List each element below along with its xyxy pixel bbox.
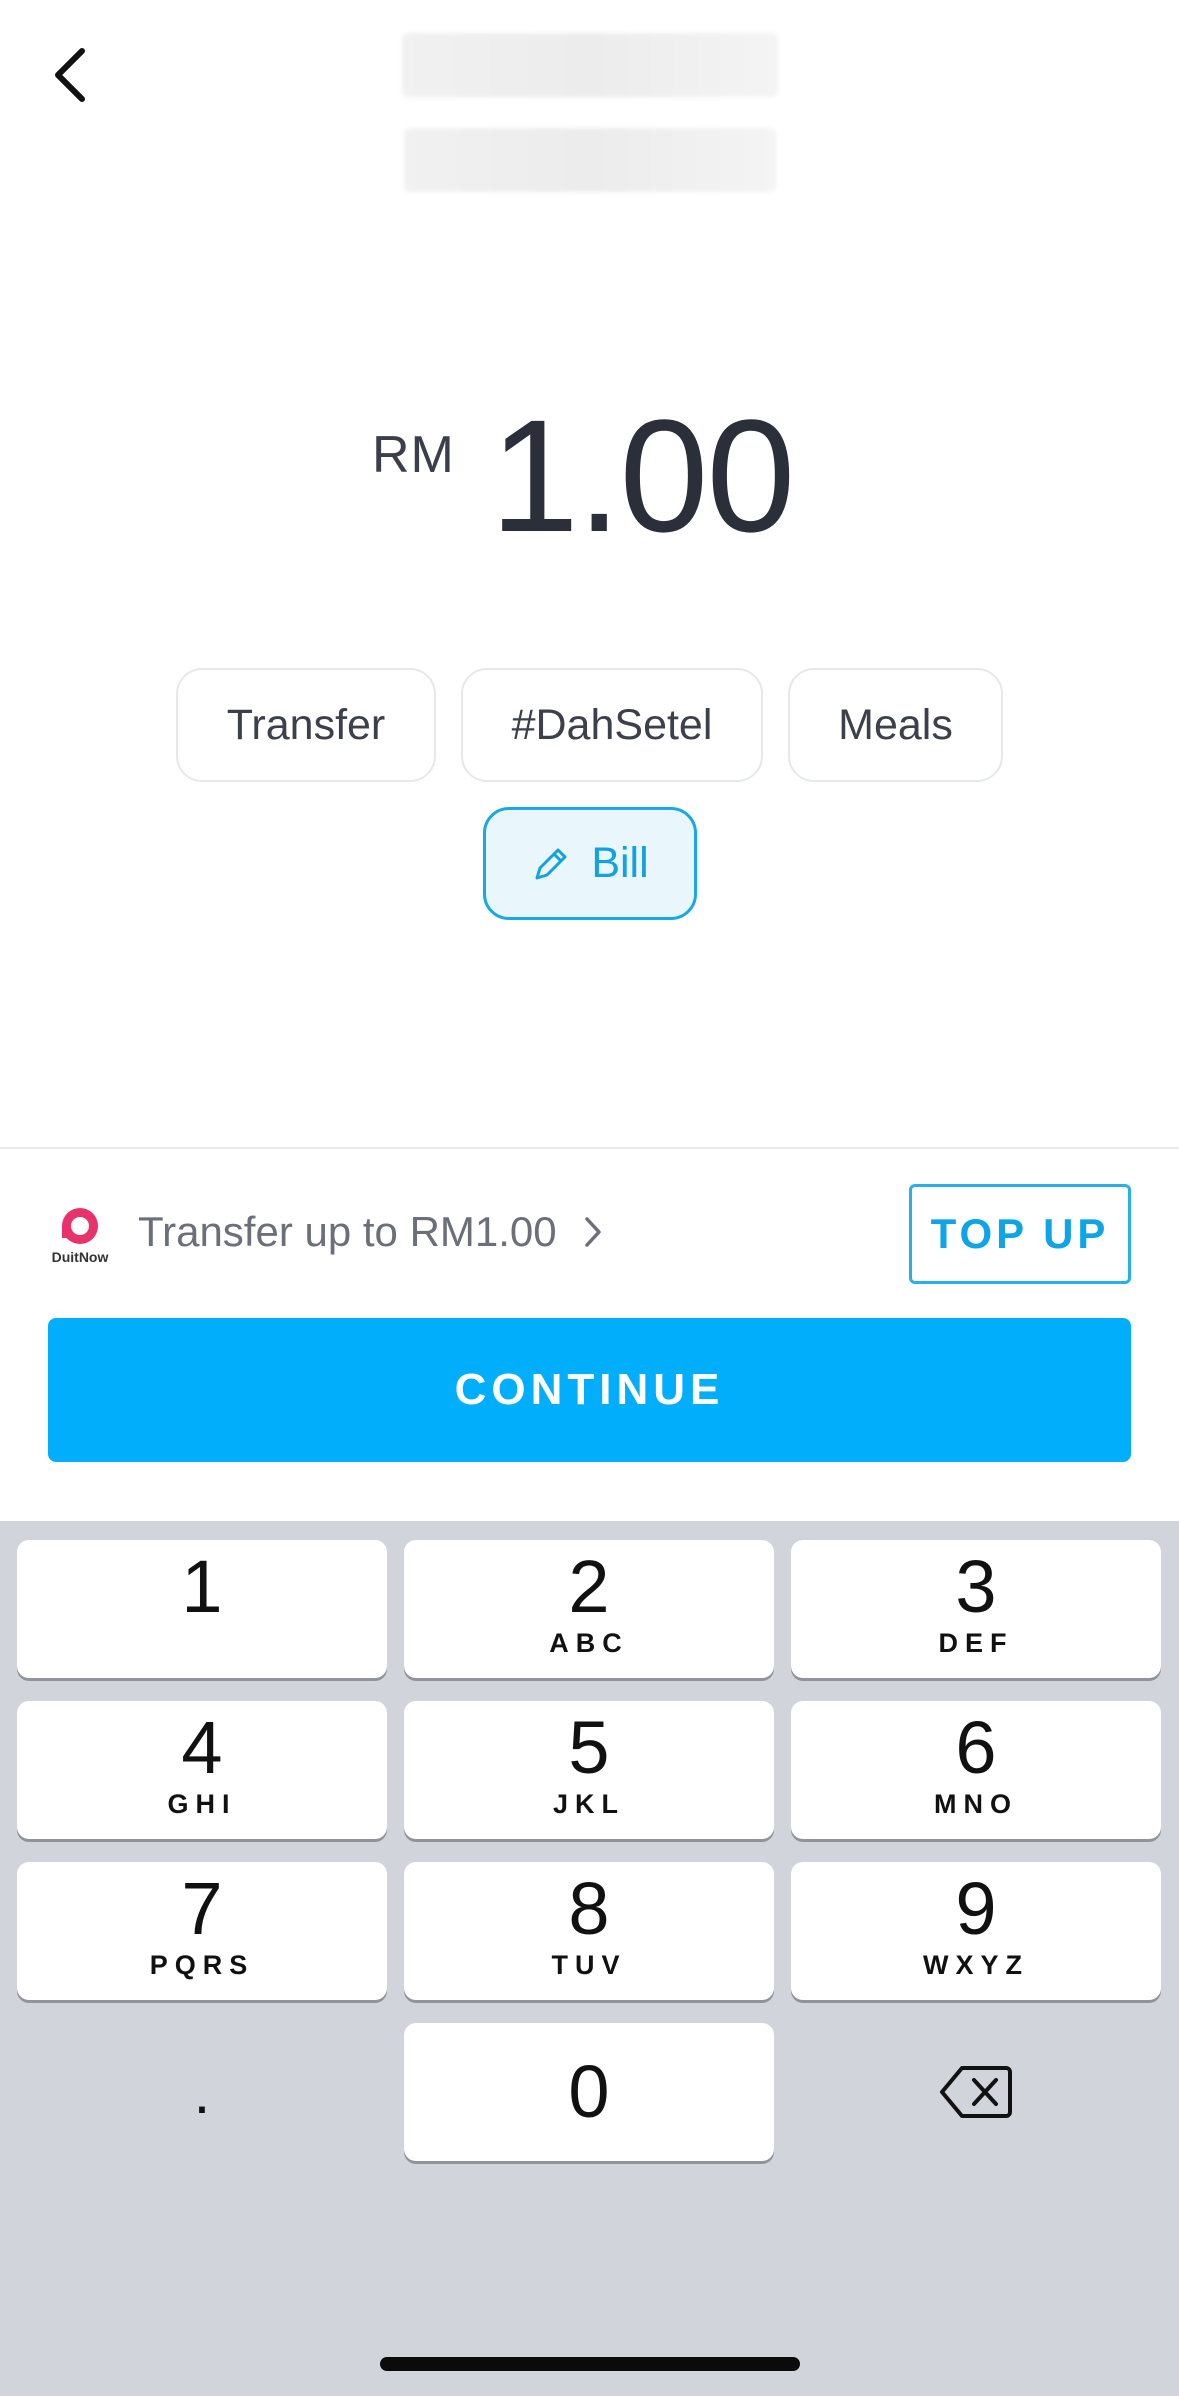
key-number: 2 (568, 1545, 610, 1628)
chip-bill-label: Bill (591, 839, 649, 887)
continue-button[interactable]: CONTINUE (48, 1318, 1131, 1462)
key-2[interactable]: 2 ABC (404, 1540, 774, 1678)
key-letters: JKL (552, 1788, 625, 1819)
currency-label: RM (372, 426, 455, 484)
key-8[interactable]: 8 TUV (404, 1862, 774, 2000)
key-decimal[interactable]: . (17, 2023, 387, 2161)
home-indicator (380, 2357, 800, 2371)
key-letters: ABC (549, 1627, 629, 1658)
transfer-limit-text: Transfer up to RM1.00 (138, 1208, 557, 1255)
key-number: 6 (955, 1706, 997, 1789)
key-number: 3 (955, 1545, 997, 1628)
transfer-limit-link[interactable]: Transfer up to RM1.00 (138, 1208, 603, 1256)
chip-dahsetel-label: #DahSetel (511, 700, 713, 749)
key-7[interactable]: 7 PQRS (17, 1862, 387, 2000)
divider (0, 1147, 1179, 1149)
duitnow-brand-text: DuitNow (52, 1249, 109, 1265)
pencil-icon (535, 848, 567, 879)
chip-dahsetel[interactable]: #DahSetel (461, 668, 763, 782)
recipient-detail-placeholder (404, 128, 776, 192)
key-letters: DEF (938, 1627, 1014, 1658)
key-letters: GHI (167, 1788, 237, 1819)
key-number: 8 (568, 1867, 610, 1950)
key-letters: MNO (934, 1788, 1018, 1819)
chip-transfer[interactable]: Transfer (176, 668, 436, 782)
amount-value[interactable]: 1.00 (490, 396, 795, 556)
chevron-right-icon (584, 1217, 601, 1247)
key-number: 1 (181, 1545, 223, 1628)
backspace-icon (940, 2066, 1012, 2118)
key-number: 4 (181, 1706, 223, 1789)
key-letters: PQRS (149, 1949, 255, 1980)
chip-meals[interactable]: Meals (788, 668, 1003, 782)
chip-bill[interactable]: Bill (483, 807, 697, 920)
top-up-button[interactable]: TOP UP (909, 1184, 1131, 1284)
key-6[interactable]: 6 MNO (791, 1701, 1161, 1839)
recipient-name-placeholder (402, 33, 778, 97)
duitnow-logo: DuitNow (48, 1206, 112, 1268)
delete-key[interactable] (791, 2023, 1161, 2161)
key-number: 9 (955, 1867, 997, 1950)
key-letters: TUV (551, 1949, 627, 1980)
key-4[interactable]: 4 GHI (17, 1701, 387, 1839)
key-letters: WXYZ (923, 1949, 1029, 1980)
key-number: 5 (568, 1706, 610, 1789)
key-1[interactable]: 1 (17, 1540, 387, 1678)
key-number: 0 (568, 2050, 610, 2134)
chevron-left-icon (55, 48, 85, 102)
back-button[interactable] (38, 40, 102, 110)
key-5[interactable]: 5 JKL (404, 1701, 774, 1839)
chip-meals-label: Meals (838, 700, 953, 749)
key-3[interactable]: 3 DEF (791, 1540, 1161, 1678)
key-9[interactable]: 9 WXYZ (791, 1862, 1161, 2000)
chip-transfer-label: Transfer (226, 700, 386, 749)
key-0[interactable]: 0 (404, 2023, 774, 2161)
key-number: 7 (181, 1867, 223, 1950)
